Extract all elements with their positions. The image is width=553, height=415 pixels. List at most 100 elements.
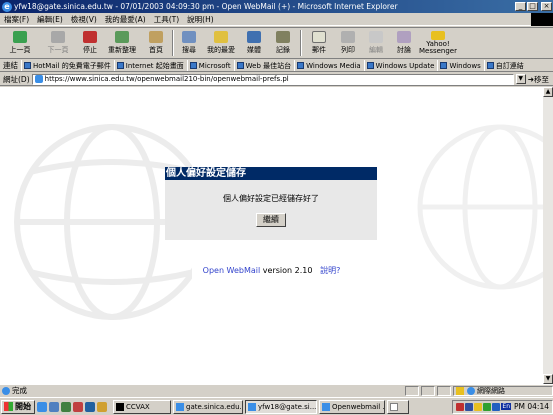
- maximize-button[interactable]: □: [527, 2, 538, 11]
- media-icon: [247, 31, 261, 43]
- menu-view[interactable]: 檢視(V): [71, 14, 97, 25]
- ie-icon: e: [2, 1, 12, 12]
- scroll-up-button[interactable]: ▲: [543, 87, 553, 97]
- tray-icon[interactable]: [492, 402, 501, 411]
- address-url: https://www.sinica.edu.tw/openwebmail210…: [44, 75, 289, 83]
- quicklaunch-app2-icon[interactable]: [85, 401, 95, 412]
- link-internet-start[interactable]: Internet 起始畫面: [113, 60, 187, 71]
- address-label: 網址(D): [3, 74, 30, 84]
- stop-icon: [83, 31, 97, 43]
- ime-indicator[interactable]: En: [501, 403, 511, 410]
- toolbar: 上一頁 下一頁 停止 重新整理 首頁 搜尋 我的最愛 媒體 記錄 郵件 列印 編…: [0, 27, 553, 59]
- discuss-icon: [397, 31, 411, 43]
- menu-bar: 檔案(F) 編輯(E) 檢視(V) 我的最愛(A) 工具(T) 說明(H): [0, 13, 553, 26]
- forward-arrow-icon: [51, 31, 65, 43]
- quicklaunch-ie-icon[interactable]: [37, 401, 47, 412]
- task-openwebmail[interactable]: Openwebmail ...: [319, 399, 385, 414]
- messenger-smiley-icon: [431, 31, 445, 40]
- page-content: 個人偏好設定儲存 個人偏好設定已經儲存好了 繼續 Open WebMail ve…: [0, 87, 543, 384]
- tray-icon[interactable]: [474, 402, 483, 411]
- links-bar: 連結 HotMail 的免費電子郵件 Internet 起始畫面 Microso…: [0, 60, 553, 72]
- link-windows-update[interactable]: Windows Update: [363, 60, 438, 71]
- yahoo-messenger-button[interactable]: Yahoo! Messenger: [418, 30, 458, 58]
- link-microsoft[interactable]: Microsoft: [186, 60, 234, 71]
- mail-envelope-icon: [312, 31, 326, 43]
- windows-logo-icon: [4, 402, 13, 411]
- home-button[interactable]: 首頁: [142, 30, 170, 58]
- status-cell: [437, 385, 451, 396]
- menu-tools[interactable]: 工具(T): [154, 14, 179, 25]
- tray-icon[interactable]: [456, 402, 465, 411]
- help-link[interactable]: 說明?: [320, 266, 340, 275]
- menu-edit[interactable]: 編輯(E): [37, 14, 63, 25]
- menu-file[interactable]: 檔案(F): [4, 14, 29, 25]
- link-customize[interactable]: 自訂連結: [483, 60, 527, 71]
- task-document[interactable]: [387, 399, 409, 414]
- quicklaunch-app-icon[interactable]: [73, 401, 83, 412]
- lock-icon: [456, 386, 464, 395]
- edit-icon: [369, 31, 383, 43]
- link-hotmail[interactable]: HotMail 的免費電子郵件: [21, 60, 114, 71]
- task-yfw18-mail[interactable]: yfw18@gate.si...: [245, 399, 317, 414]
- tray-icon[interactable]: [483, 402, 492, 411]
- menu-favorites[interactable]: 我的最愛(A): [105, 14, 146, 25]
- task-ccvax[interactable]: CCVAX: [113, 399, 171, 414]
- back-button[interactable]: 上一頁: [2, 30, 38, 58]
- windows-logo-throbber: [531, 13, 553, 26]
- ie-icon: [248, 402, 256, 411]
- done-icon: [2, 386, 10, 395]
- menu-help[interactable]: 說明(H): [187, 14, 214, 25]
- mail-button[interactable]: 郵件: [304, 30, 334, 58]
- refresh-button[interactable]: 重新整理: [102, 30, 142, 58]
- quicklaunch-desktop-icon[interactable]: [61, 401, 71, 412]
- dialog-title: 個人偏好設定儲存: [165, 167, 377, 180]
- status-text: 完成: [12, 386, 27, 395]
- terminal-icon: [116, 402, 124, 411]
- print-button[interactable]: 列印: [334, 30, 362, 58]
- continue-button[interactable]: 繼續: [256, 213, 286, 227]
- tray-icon[interactable]: [465, 402, 474, 411]
- printer-icon: [341, 31, 355, 43]
- version-text: version 2.10: [262, 266, 313, 275]
- history-button[interactable]: 記錄: [268, 30, 298, 58]
- quicklaunch-outlook-icon[interactable]: [49, 401, 59, 412]
- ie-icon: [322, 402, 330, 411]
- address-dropdown-button[interactable]: ▼: [515, 74, 526, 84]
- discuss-button[interactable]: 討論: [390, 30, 418, 58]
- search-button[interactable]: 搜尋: [176, 30, 202, 58]
- scroll-down-button[interactable]: ▼: [543, 374, 553, 384]
- stop-button[interactable]: 停止: [78, 30, 102, 58]
- toolbar-separator: [300, 30, 302, 56]
- close-button[interactable]: ×: [541, 2, 552, 11]
- footer: Open WebMail version 2.10 說明?: [0, 265, 543, 276]
- address-bar: 網址(D) https://www.sinica.edu.tw/openwebm…: [0, 73, 553, 86]
- link-icon: [366, 62, 374, 69]
- toolbar-separator: [172, 30, 174, 56]
- history-icon: [276, 31, 290, 43]
- page-icon: [34, 75, 43, 83]
- link-icon: [24, 62, 31, 69]
- title-bar[interactable]: e yfw18@gate.sinica.edu.tw - 07/01/2003 …: [0, 0, 553, 13]
- back-arrow-icon: [13, 31, 27, 43]
- edit-button[interactable]: 編輯: [362, 30, 390, 58]
- link-windows-media[interactable]: Windows Media: [294, 60, 364, 71]
- links-label: 連結: [3, 61, 18, 70]
- minimize-button[interactable]: _: [515, 2, 526, 11]
- system-tray: En PM 04:14: [452, 399, 553, 414]
- go-button[interactable]: ➜移至: [528, 74, 549, 85]
- clock: PM 04:14: [514, 402, 549, 411]
- vertical-scrollbar[interactable]: ▲ ▼: [543, 87, 553, 384]
- link-best-of-web[interactable]: Web 最佳站台: [233, 60, 295, 71]
- openwebmail-link[interactable]: Open WebMail: [203, 266, 261, 275]
- start-button[interactable]: 開始: [1, 399, 35, 414]
- favorites-button[interactable]: 我的最愛: [202, 30, 240, 58]
- media-button[interactable]: 媒體: [240, 30, 268, 58]
- home-icon: [149, 31, 163, 43]
- task-gate-sinica[interactable]: gate.sinica.edu...: [173, 399, 243, 414]
- status-cell: [405, 385, 419, 396]
- window-title: yfw18@gate.sinica.edu.tw - 07/01/2003 04…: [14, 2, 398, 11]
- forward-button[interactable]: 下一頁: [38, 30, 78, 58]
- address-input[interactable]: https://www.sinica.edu.tw/openwebmail210…: [31, 73, 514, 85]
- link-windows[interactable]: Windows: [437, 60, 483, 71]
- quicklaunch-app3-icon[interactable]: [97, 401, 107, 412]
